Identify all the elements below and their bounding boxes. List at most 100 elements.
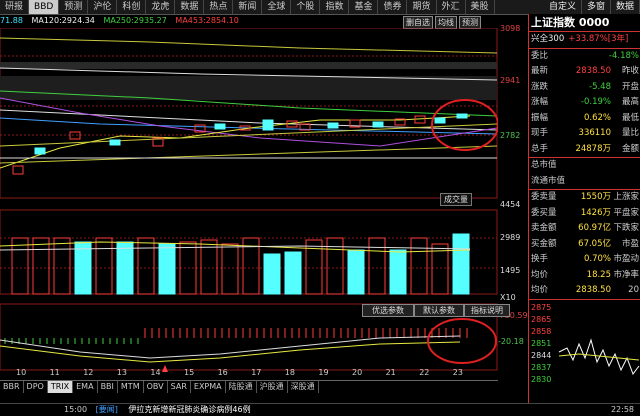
x-tick: 14 bbox=[150, 368, 161, 377]
optimize-params-button[interactable]: 优选参数 bbox=[362, 304, 414, 317]
volume-bar bbox=[263, 253, 281, 295]
quote-unit: 金额 bbox=[621, 143, 639, 154]
quote-unit: 最低 bbox=[621, 112, 639, 123]
x-tick: 10 bbox=[16, 368, 27, 377]
indicator-tab-bbi[interactable]: BBI bbox=[98, 381, 118, 393]
quote-value: 67.05亿 bbox=[578, 238, 611, 249]
news-ticker[interactable]: 15:00 [要闻] 伊拉克新增新冠肺炎确诊病例46例 22:58 bbox=[0, 403, 640, 416]
x-tick: 23 bbox=[452, 368, 463, 377]
toolbar-item-10[interactable]: 个股 bbox=[291, 0, 321, 14]
quote-row: 现手 336110 量比 bbox=[529, 126, 640, 142]
toolbar-right-2[interactable]: 数据 bbox=[611, 0, 640, 14]
toolbar-item-4[interactable]: 科创 bbox=[117, 0, 147, 14]
ma453-value: 2854.10 bbox=[205, 16, 239, 25]
intraday-label: 2830 bbox=[531, 375, 551, 384]
toolbar-right-1[interactable]: 多窗 bbox=[582, 0, 611, 14]
quote-value: -5.48 bbox=[589, 81, 611, 92]
quote-value: 0.70% bbox=[583, 254, 611, 264]
quote-row: 换手 0.70% 市盈动 bbox=[529, 252, 640, 268]
toolbar-item-7[interactable]: 热点 bbox=[204, 0, 234, 14]
candle bbox=[456, 113, 468, 119]
fund-row[interactable]: 兴全300 +33.87%[3年] bbox=[529, 32, 640, 48]
default-params-button[interactable]: 默认参数 bbox=[414, 304, 464, 317]
toolbar-item-15[interactable]: 外汇 bbox=[437, 0, 466, 14]
quote-key: 总手 bbox=[531, 143, 549, 154]
volume-axis-low: 1495 bbox=[500, 266, 521, 275]
quote-value: 2838.50 bbox=[575, 66, 611, 76]
quote-unit: 最高 bbox=[621, 97, 639, 107]
quote-key: 最新 bbox=[531, 66, 549, 76]
quote-row: 涨跌 -5.48 开盘 bbox=[529, 80, 640, 96]
intraday-chart[interactable]: 2875 2865 2858 2851 2844 2837 2830 bbox=[529, 298, 640, 384]
volume-unit: X10 bbox=[500, 293, 516, 302]
order-rows: 委卖量 1550万 上涨家 委买量 1426万 平盘家 卖金额 60.97亿 下跌家 买金额 67.… bbox=[529, 189, 640, 299]
toolbar-item-13[interactable]: 债券 bbox=[378, 0, 408, 14]
ma-prefix-value: 71.88 bbox=[0, 16, 23, 25]
indicator-tab-trix[interactable]: TRIX bbox=[47, 381, 74, 393]
indicator-tab-bbr[interactable]: BBR bbox=[0, 381, 24, 393]
quote-row: 委买量 1426万 平盘家 bbox=[529, 206, 640, 222]
toolbar-item-0[interactable]: 研报 bbox=[0, 0, 30, 14]
toolbar-item-3[interactable]: 沪伦 bbox=[88, 0, 118, 14]
intraday-label: 2837 bbox=[531, 363, 551, 372]
toolbar-right-0[interactable]: 自定义 bbox=[544, 0, 582, 14]
toolbar-item-8[interactable]: 新闻 bbox=[233, 0, 263, 14]
toolbar-item-1[interactable]: BBD bbox=[29, 0, 60, 14]
toolbar-item-14[interactable]: 期货 bbox=[407, 0, 437, 14]
quote-unit: 上涨家 bbox=[613, 192, 639, 202]
volume-bar bbox=[410, 237, 428, 295]
volume-bar bbox=[347, 249, 365, 295]
indicator-tab-沪股通[interactable]: 沪股通 bbox=[257, 381, 288, 393]
fund-return: +33.87%[3年] bbox=[568, 34, 629, 44]
volume-bar bbox=[74, 241, 92, 295]
quote-value: 2838.50 bbox=[575, 285, 611, 295]
toolbar-item-16[interactable]: 美股 bbox=[466, 0, 495, 14]
volume-bar bbox=[368, 237, 386, 295]
news-text[interactable]: 伊拉克新增新冠肺炎确诊病例46例 bbox=[128, 405, 250, 414]
kline-chart[interactable] bbox=[0, 28, 498, 380]
fund-name: 兴全300 bbox=[531, 34, 565, 44]
quote-row: 总手 24878万 金额 bbox=[529, 142, 640, 158]
volume-bar bbox=[95, 237, 113, 295]
volume-bar bbox=[11, 237, 29, 295]
quote-key: 涨跌 bbox=[531, 81, 549, 92]
toolbar-item-11[interactable]: 指数 bbox=[320, 0, 350, 14]
toolbar-item-2[interactable]: 预测 bbox=[59, 0, 89, 14]
indicator-tab-mtm[interactable]: MTM bbox=[118, 381, 144, 393]
indicator-axis-low: -20.18 bbox=[498, 337, 524, 346]
quote-value: 18.25 bbox=[586, 269, 611, 280]
volume-bar bbox=[200, 239, 218, 295]
news-right-time: 22:58 bbox=[610, 405, 634, 414]
quote-key: 卖金额 bbox=[531, 223, 557, 233]
indicator-tab-sar[interactable]: SAR bbox=[168, 381, 191, 393]
toolbar-item-12[interactable]: 基金 bbox=[349, 0, 379, 14]
indicator-tab-ema[interactable]: EMA bbox=[73, 381, 98, 393]
x-tick: 16 bbox=[217, 368, 228, 377]
quote-unit: 开盘 bbox=[621, 81, 639, 92]
volume-bar bbox=[116, 241, 134, 295]
quote-value: 24878万 bbox=[575, 143, 611, 154]
candle bbox=[262, 119, 274, 131]
indicator-help-button[interactable]: 指标说明 bbox=[464, 304, 510, 317]
indicator-tab-obv[interactable]: OBV bbox=[144, 381, 168, 393]
quote-key: 均价 bbox=[531, 269, 549, 280]
volume-tab[interactable]: 成交量 bbox=[440, 193, 472, 206]
quote-row: 买金额 67.05亿 市盈 bbox=[529, 237, 640, 253]
toolbar-item-9[interactable]: 全球 bbox=[262, 0, 292, 14]
ma453-label: MA453: bbox=[175, 16, 206, 25]
toolbar-item-5[interactable]: 龙虎 bbox=[146, 0, 176, 14]
indicator-tab-陆股通[interactable]: 陆股通 bbox=[226, 381, 257, 393]
volume-axis-mid: 2989 bbox=[500, 233, 521, 242]
quote-row: 卖金额 60.97亿 下跌家 bbox=[529, 221, 640, 237]
quote-key: 振幅 bbox=[531, 112, 549, 123]
x-tick: 22 bbox=[419, 368, 430, 377]
quote-key: 均价 bbox=[531, 285, 549, 295]
indicator-tab-深股通[interactable]: 深股通 bbox=[288, 381, 319, 393]
indicator-tab-expma[interactable]: EXPMA bbox=[191, 381, 226, 393]
indicator-tab-dpo[interactable]: DPO bbox=[24, 381, 48, 393]
toolbar-item-6[interactable]: 数据 bbox=[175, 0, 205, 14]
intraday-label: 2844 bbox=[531, 351, 551, 360]
quote-row: 委比 -4.18% bbox=[529, 49, 640, 65]
quote-row: 均价 18.25 市净率 bbox=[529, 268, 640, 284]
ma250-value: 2935.27 bbox=[133, 16, 167, 25]
